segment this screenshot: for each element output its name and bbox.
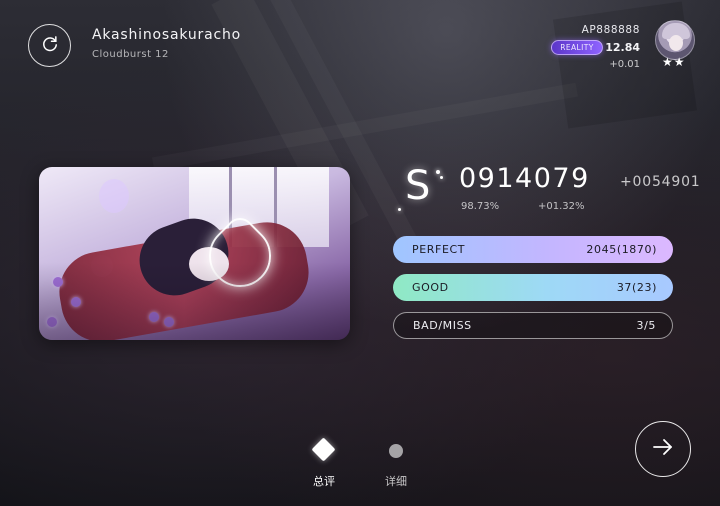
judgement-value: 3/5 xyxy=(636,319,656,332)
retry-button[interactable] xyxy=(28,24,71,67)
judgement-label: PERFECT xyxy=(412,243,466,256)
rank-badge: REALITY xyxy=(551,40,603,55)
song-title: Akashinosakuracho xyxy=(92,27,242,43)
illustration-shade xyxy=(39,167,350,340)
judgement-value: 2045(1870) xyxy=(586,243,657,256)
judgement-label: BAD/MISS xyxy=(413,319,472,332)
tab-details-dot-icon[interactable] xyxy=(389,444,403,458)
judgement-value: 37(23) xyxy=(616,281,657,294)
tab-summary-diamond-icon[interactable] xyxy=(311,437,336,462)
avatar-face xyxy=(669,35,683,51)
sparkle xyxy=(436,170,440,174)
player-name: AP888888 xyxy=(581,24,640,36)
tab-summary[interactable]: 总评 xyxy=(308,473,340,489)
score: 0914079 xyxy=(459,163,590,194)
retry-icon xyxy=(40,34,60,58)
arrow-right-icon xyxy=(651,435,675,463)
sparkle xyxy=(440,176,443,179)
sparkle xyxy=(398,208,401,211)
player-rks: 12.84 xyxy=(605,41,640,54)
score-delta: +0054901 xyxy=(620,174,701,190)
next-button[interactable] xyxy=(635,421,691,477)
judgement-label: GOOD xyxy=(412,281,449,294)
bad-miss-bar: BAD/MISS 3/5 xyxy=(393,312,673,339)
song-illustration xyxy=(39,167,350,340)
accuracy: 98.73% xyxy=(461,201,500,212)
avatar[interactable] xyxy=(655,20,695,60)
perfect-bar: PERFECT 2045(1870) xyxy=(393,236,673,263)
challenge-stars: ★★ xyxy=(662,55,686,69)
grade-letter: S xyxy=(405,163,431,209)
accuracy-delta: +01.32% xyxy=(538,201,585,212)
tab-details[interactable]: 详细 xyxy=(380,473,412,489)
song-difficulty: Cloudburst 12 xyxy=(92,49,169,60)
player-rks-delta: +0.01 xyxy=(609,59,640,70)
good-bar: GOOD 37(23) xyxy=(393,274,673,301)
